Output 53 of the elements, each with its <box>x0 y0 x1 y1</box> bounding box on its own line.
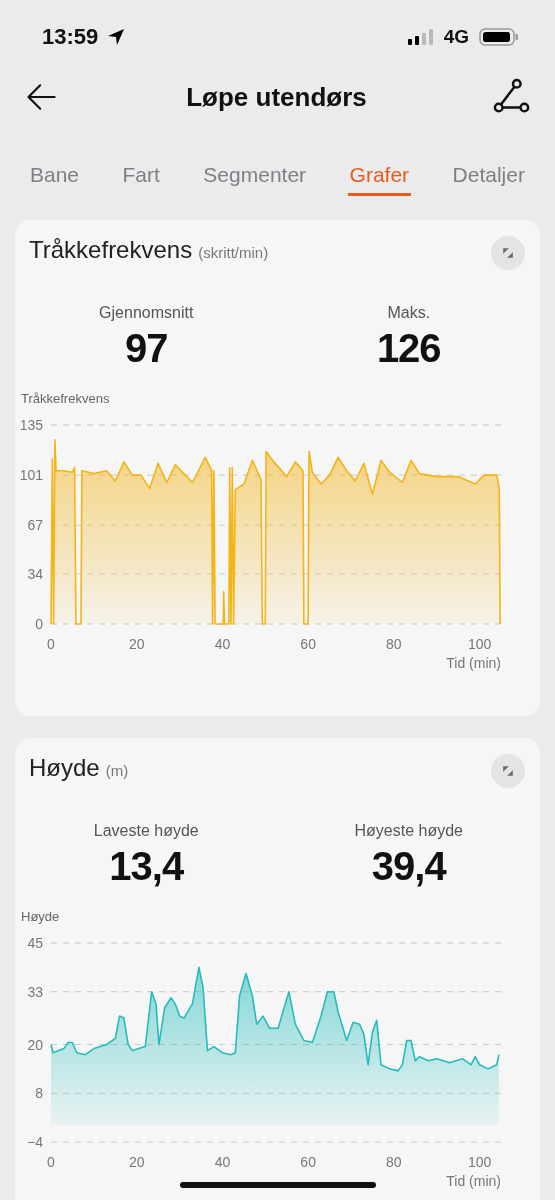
y-tick-label: 20 <box>27 1036 43 1053</box>
y-tick-label: 8 <box>35 1085 43 1102</box>
stat-value: 39,4 <box>371 844 446 889</box>
x-tick-label: 20 <box>128 1154 145 1170</box>
x-tick-label: 0 <box>47 1154 55 1170</box>
x-tick-label: 80 <box>386 636 402 652</box>
tab[interactable]: Detaljer <box>450 159 527 196</box>
y-axis-label: Tråkkefrekvens <box>21 391 110 406</box>
status-time: 13:59 <box>42 24 99 50</box>
y-tick-label: 45 <box>27 935 43 951</box>
y-tick-label: 33 <box>27 983 43 1000</box>
x-tick-label: 100 <box>467 1154 492 1170</box>
y-tick-label: 101 <box>19 467 43 484</box>
tab[interactable]: Fart <box>120 159 162 196</box>
tab[interactable]: Grafer <box>347 159 412 196</box>
y-axis-label: Høyde <box>21 909 60 924</box>
x-tick-label: 60 <box>300 636 316 652</box>
tab[interactable]: Segmenter <box>201 159 309 196</box>
stat-value: 13,4 <box>109 844 184 889</box>
expand-button[interactable] <box>491 754 525 788</box>
expand-button[interactable] <box>491 236 525 270</box>
stat-label: Maks. <box>387 304 431 322</box>
x-tick-label: 100 <box>467 636 492 652</box>
x-axis-label: Tid (min) <box>446 655 501 671</box>
signal-icon <box>407 29 434 45</box>
expand-icon <box>500 245 516 261</box>
stat-label: Laveste høyde <box>93 822 199 840</box>
card-title: Tråkkefrekvens <box>29 236 193 264</box>
battery-icon <box>479 27 519 47</box>
network-type: 4G <box>443 26 469 48</box>
card-title: Høyde <box>29 754 100 782</box>
x-tick-label: 60 <box>300 1154 316 1170</box>
x-tick-label: 80 <box>386 1154 402 1170</box>
stat-label: Høyeste høyde <box>354 822 463 840</box>
tab[interactable]: Bane <box>28 159 82 196</box>
x-tick-label: 0 <box>47 636 55 652</box>
y-tick-label: −4 <box>27 1134 43 1150</box>
unit-label: (skritt/min) <box>198 244 269 261</box>
y-tick-label: 135 <box>19 417 43 433</box>
page-title: Løpe utendørs <box>186 81 367 113</box>
stat-value: 97 <box>125 326 168 371</box>
x-tick-label: 20 <box>128 636 145 652</box>
x-tick-label: 40 <box>214 636 231 652</box>
unit-label: (m) <box>105 762 129 779</box>
y-tick-label: 34 <box>27 565 43 582</box>
y-tick-label: 67 <box>27 517 43 534</box>
stat-value: 126 <box>376 326 441 371</box>
location-arrow-icon <box>106 27 127 47</box>
expand-icon <box>500 763 516 779</box>
x-axis-label: Tid (min) <box>446 1173 501 1189</box>
stat-label: Gjennomsnitt <box>99 304 194 322</box>
y-tick-label: 0 <box>35 616 43 632</box>
x-tick-label: 40 <box>214 1154 231 1170</box>
